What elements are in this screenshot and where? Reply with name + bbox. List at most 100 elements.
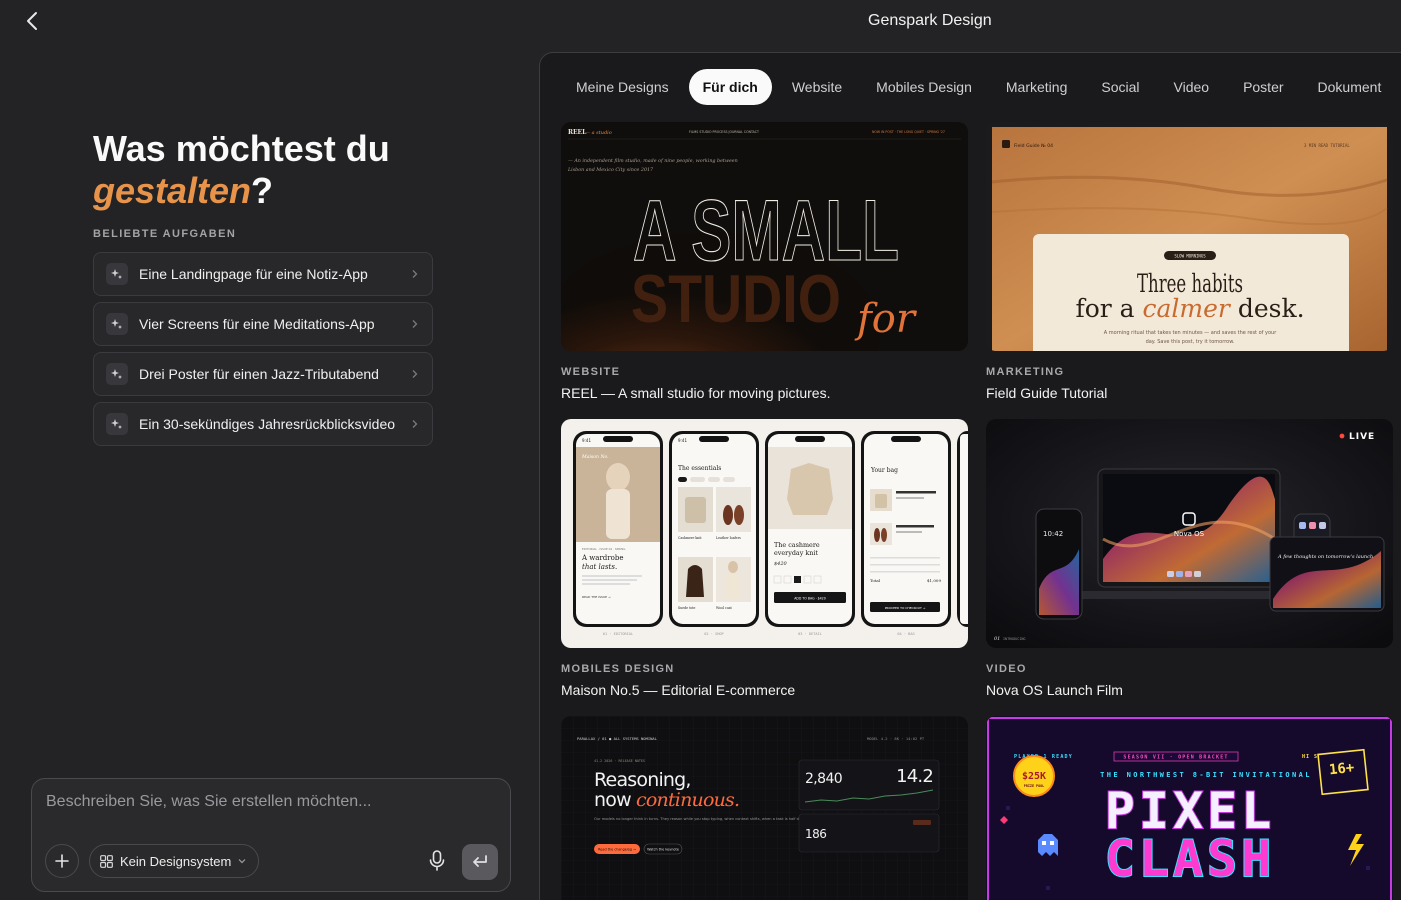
field-guide-sub-1: A morning ritual that takes ten minutes … bbox=[1104, 330, 1277, 336]
tab-mobiles-design[interactable]: Mobiles Design bbox=[862, 69, 986, 105]
card-thumbnail[interactable]: REEL — a studio FILMS STUDIO PROCESS JOU… bbox=[561, 122, 968, 351]
category-tabs: Meine Designs Für dich Website Mobiles D… bbox=[562, 69, 1401, 105]
phone-4-button: PROCEED TO CHECKOUT → bbox=[885, 606, 926, 610]
tab-dokument[interactable]: Dokument bbox=[1304, 69, 1396, 105]
design-system-label: Kein Designsystem bbox=[120, 853, 232, 869]
card-category: MOBILES DESIGN bbox=[561, 663, 675, 675]
reel-nav-right: NOW IN POST · THE LONG QUIET · SPRING '2… bbox=[872, 130, 945, 134]
task-item[interactable]: Ein 30-sekündiges Jahresrückblicksvideo bbox=[93, 402, 433, 446]
reasoning-kicker: 41.2 2026 · RELEASE NOTES bbox=[594, 759, 645, 763]
phone-2-caption: 02 · SHOP bbox=[704, 632, 723, 636]
nova-brand: Nova OS bbox=[1174, 530, 1205, 538]
phone-4-total-value: $1,009 bbox=[927, 578, 941, 583]
phone-2-item-2: Leather loafers bbox=[716, 536, 741, 540]
reel-intro: — An independent film studio, made of ni… bbox=[568, 158, 738, 164]
card-category: VIDEO bbox=[986, 663, 1027, 675]
chevron-right-icon bbox=[412, 370, 418, 378]
tab-poster[interactable]: Poster bbox=[1229, 69, 1297, 105]
nova-tablet-text: A few thoughts on tomorrow's launch bbox=[1277, 554, 1373, 560]
hero-accent: gestalten bbox=[93, 170, 252, 211]
task-item[interactable]: Drei Poster für einen Jazz-Tributabend bbox=[93, 352, 433, 396]
reasoning-top-right: MODEL 4.2 · 8K · 14:02 PT bbox=[867, 736, 925, 741]
reel-nav: FILMS STUDIO PROCESS JOURNAL CONTACT bbox=[689, 130, 759, 134]
field-guide-badge: Field Guide № 04 bbox=[1014, 143, 1053, 149]
gallery-panel: Meine Designs Für dich Website Mobiles D… bbox=[539, 52, 1401, 900]
pixel-prize: $25K bbox=[1022, 771, 1046, 782]
add-attachment-button[interactable] bbox=[45, 844, 79, 878]
task-item[interactable]: Eine Landingpage für eine Notiz-App bbox=[93, 252, 433, 296]
pixel-season: SEASON VII · OPEN BRACKET bbox=[1123, 755, 1228, 761]
reasoning-button-2: Watch the keynote bbox=[647, 848, 679, 852]
reel-headline: A SMALL bbox=[633, 183, 899, 279]
design-system-selector[interactable]: Kein Designsystem bbox=[89, 844, 260, 878]
design-card-reasoning[interactable]: PARALLAX / 01 ● ALL SYSTEMS NOMINAL MODE… bbox=[561, 716, 968, 900]
reel-script: for bbox=[854, 296, 918, 342]
reasoning-top-left: PARALLAX / 01 ● ALL SYSTEMS NOMINAL bbox=[577, 736, 658, 741]
phone-4-head: Your bag bbox=[870, 467, 898, 474]
prompt-input[interactable] bbox=[46, 793, 496, 833]
tab-website[interactable]: Website bbox=[778, 69, 856, 105]
task-label: Eine Landingpage für eine Notiz-App bbox=[139, 266, 368, 282]
design-card-field-guide[interactable]: Field Guide № 04 3 MIN READ TUTORIAL SLO… bbox=[986, 122, 1393, 401]
back-button[interactable] bbox=[22, 10, 44, 32]
nova-os-thumbnail-art: Nova OS 10:42 A few thoughts on tomorrow… bbox=[986, 419, 1393, 648]
field-guide-top-right: 3 MIN READ TUTORIAL bbox=[1304, 143, 1350, 148]
card-title[interactable]: Maison No.5 — Editorial E-commerce bbox=[561, 682, 968, 698]
task-label: Vier Screens für eine Meditations-App bbox=[139, 316, 375, 332]
design-card-nova-os[interactable]: Nova OS 10:42 A few thoughts on tomorrow… bbox=[986, 419, 1393, 698]
tab-fuer-dich[interactable]: Für dich bbox=[688, 69, 772, 105]
app-title: Genspark Design bbox=[868, 12, 992, 29]
phone-3-button: ADD TO BAG · $420 bbox=[794, 597, 826, 601]
chevron-left-icon bbox=[27, 12, 37, 30]
card-thumbnail[interactable]: Nova OS 10:42 A few thoughts on tomorrow… bbox=[986, 419, 1393, 648]
tab-meine-designs[interactable]: Meine Designs bbox=[562, 69, 683, 105]
nova-frame-label: INTRODUCING bbox=[1003, 637, 1025, 641]
phone-1-cta: READ THE ISSUE → bbox=[582, 595, 611, 599]
card-category: WEBSITE bbox=[561, 366, 621, 378]
design-card-reel[interactable]: REEL — a studio FILMS STUDIO PROCESS JOU… bbox=[561, 122, 968, 401]
nova-frame-number: 01 bbox=[994, 636, 1000, 642]
reasoning-stat-1: 2,840 bbox=[805, 771, 842, 787]
tab-social[interactable]: Social bbox=[1087, 69, 1153, 105]
chevron-down-icon bbox=[238, 859, 246, 864]
field-guide-sub-2: day. Save this post, try it tomorrow. bbox=[1146, 339, 1235, 345]
chevron-right-icon bbox=[412, 320, 418, 328]
sparkle-icon bbox=[106, 363, 128, 385]
card-thumbnail[interactable]: PLAYER 1 READY SEASON VII · OPEN BRACKET… bbox=[986, 716, 1393, 900]
reel-brand-sub: — a studio bbox=[585, 130, 612, 136]
task-item[interactable]: Vier Screens für eine Meditations-App bbox=[93, 302, 433, 346]
reasoning-stat-2: 14.2 bbox=[896, 766, 933, 787]
phone-1-brand: Maison No. bbox=[581, 454, 609, 460]
card-title[interactable]: Nova OS Launch Film bbox=[986, 682, 1393, 698]
tab-video[interactable]: Video bbox=[1160, 69, 1224, 105]
card-title[interactable]: Field Guide Tutorial bbox=[986, 385, 1393, 401]
field-guide-line-2: for a calmer desk. bbox=[1075, 294, 1304, 323]
tab-marketing[interactable]: Marketing bbox=[992, 69, 1081, 105]
phone-1-caption: 01 · EDITORIAL bbox=[603, 632, 633, 636]
reasoning-stat-3: 186 bbox=[805, 827, 826, 841]
reasoning-head-1: Reasoning, bbox=[594, 769, 691, 791]
plus-icon bbox=[55, 854, 69, 868]
pixel-word-2: CLASH bbox=[1105, 830, 1276, 888]
card-title[interactable]: REEL — A small studio for moving picture… bbox=[561, 385, 968, 401]
card-thumbnail[interactable]: Field Guide № 04 3 MIN READ TUTORIAL SLO… bbox=[986, 122, 1393, 351]
phone-2-time: 9:41 bbox=[678, 438, 687, 443]
microphone-button[interactable] bbox=[426, 849, 448, 873]
phone-2-item-4: Wool coat bbox=[716, 606, 733, 610]
card-thumbnail[interactable]: PARALLAX / 01 ● ALL SYSTEMS NOMINAL MODE… bbox=[561, 716, 968, 900]
pixel-age: 16+ bbox=[1328, 760, 1355, 779]
card-thumbnail[interactable]: 9:41 Maison No. EDITORIAL · ISSUE 04 · S… bbox=[561, 419, 968, 648]
phone-3-price: $420 bbox=[774, 561, 788, 567]
chevron-right-icon bbox=[412, 270, 418, 278]
pixel-clash-thumbnail-art: PLAYER 1 READY SEASON VII · OPEN BRACKET… bbox=[986, 716, 1393, 900]
design-card-maison[interactable]: 9:41 Maison No. EDITORIAL · ISSUE 04 · S… bbox=[561, 419, 968, 698]
chevron-right-icon bbox=[412, 420, 418, 428]
reel-intro-2: Lisbon and Mexico City since 2017 bbox=[567, 167, 654, 173]
send-button[interactable] bbox=[462, 844, 498, 880]
nova-live-badge: LIVE bbox=[1349, 432, 1375, 442]
phone-4-caption: 04 · BAG bbox=[897, 632, 914, 636]
hero-line-1: Was möchtest du bbox=[93, 128, 390, 169]
phone-1-head-1: A wardrobe bbox=[581, 554, 623, 562]
popular-tasks-list: Eine Landingpage für eine Notiz-App Vier… bbox=[93, 252, 433, 452]
design-card-pixel-clash[interactable]: PLAYER 1 READY SEASON VII · OPEN BRACKET… bbox=[986, 716, 1393, 900]
